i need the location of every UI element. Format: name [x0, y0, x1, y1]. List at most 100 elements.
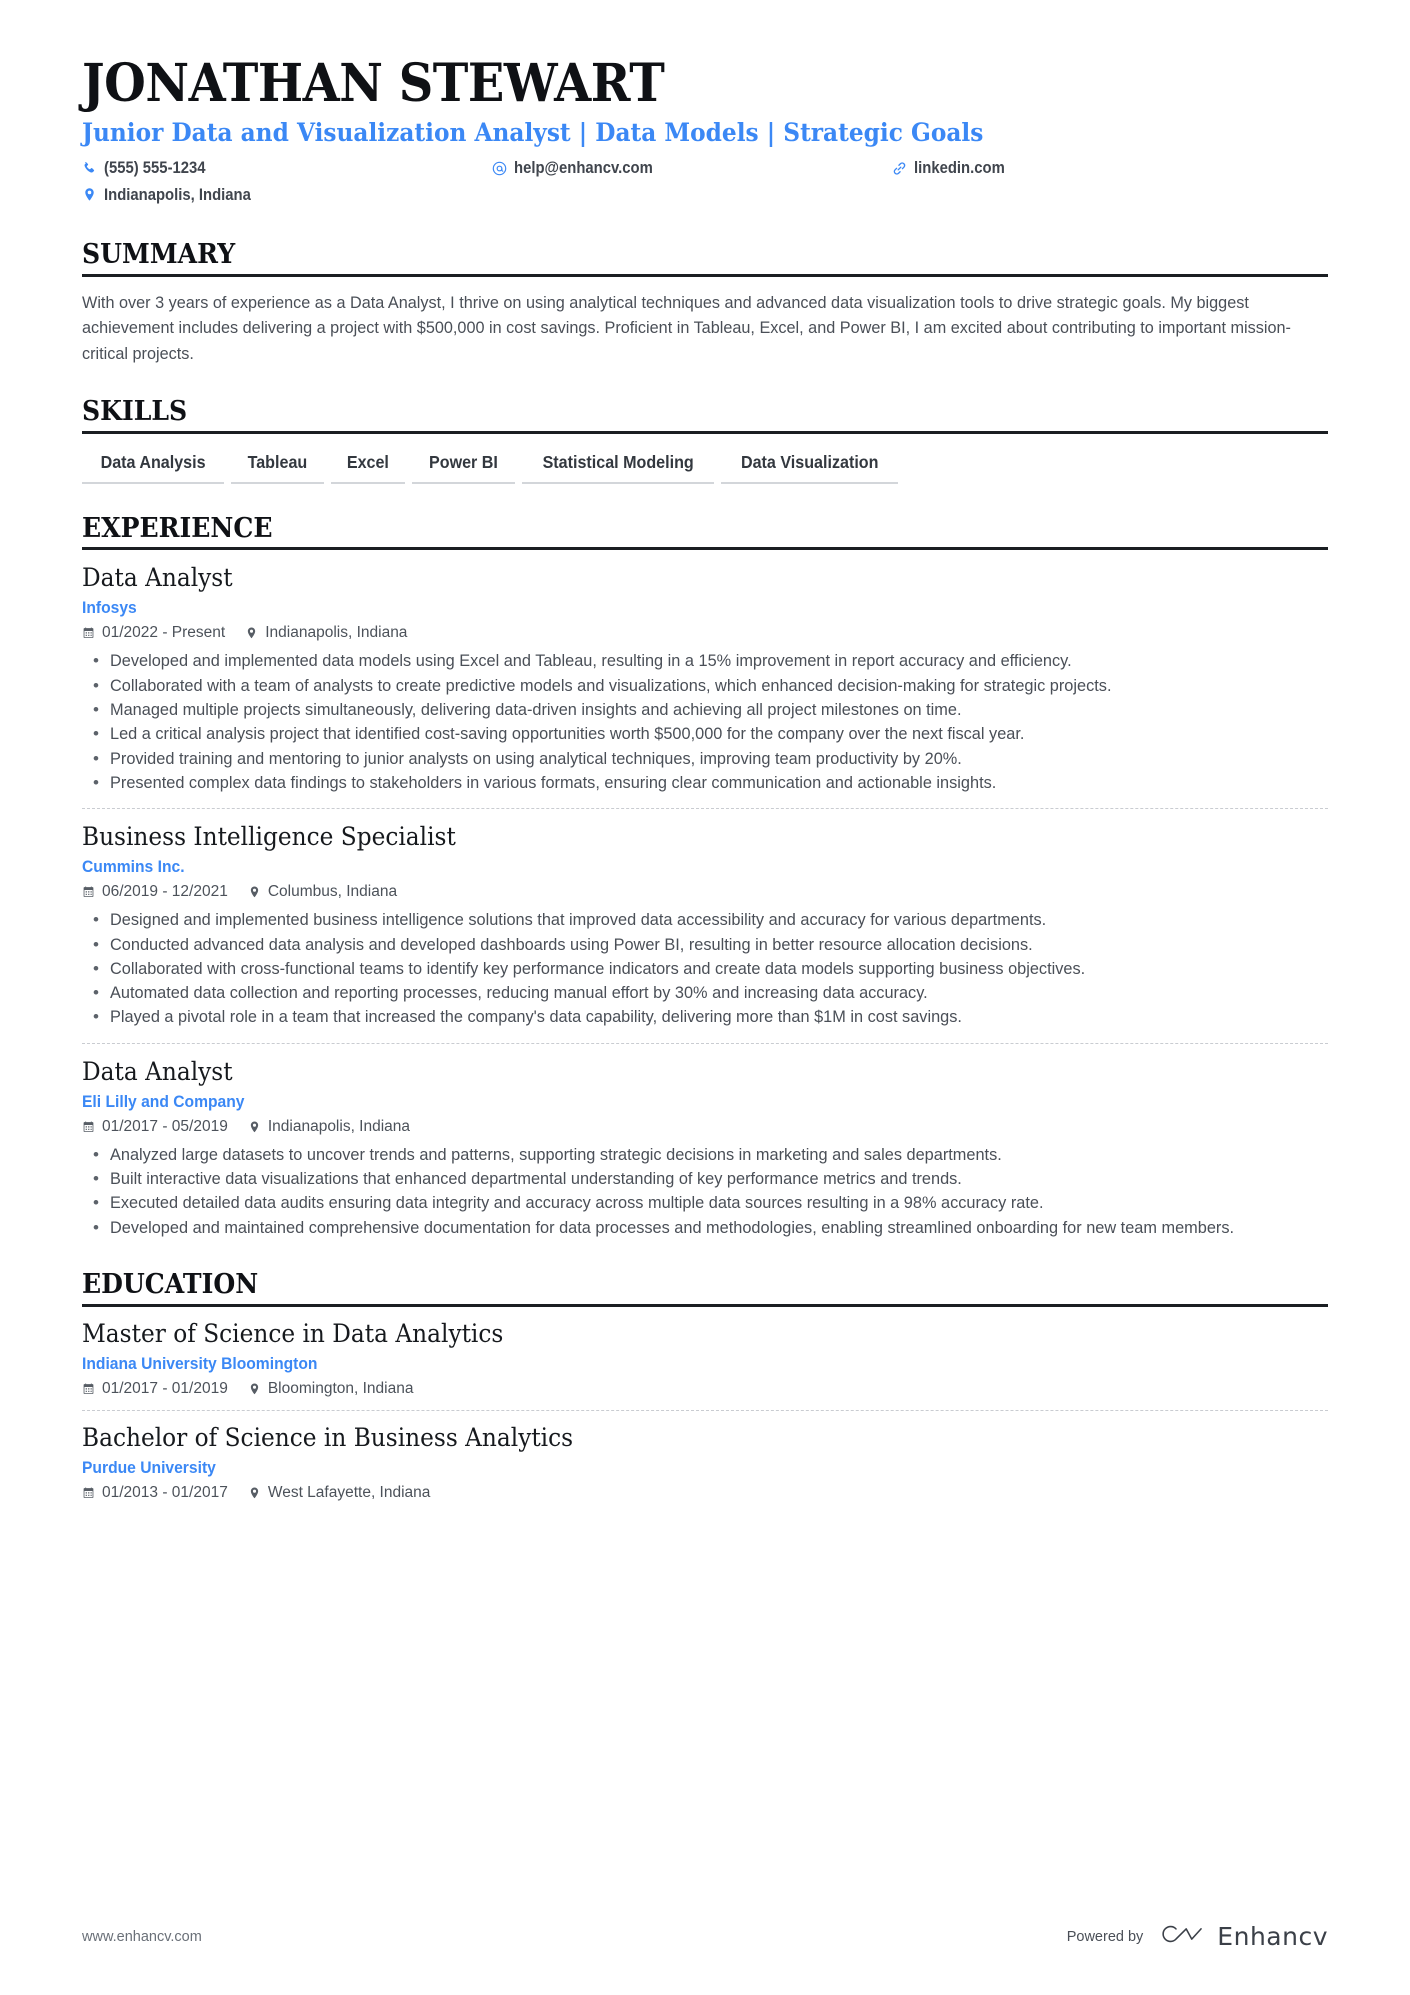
- bullet-dot-icon: •: [93, 1217, 99, 1237]
- bullet-dot-icon: •: [93, 1169, 99, 1189]
- experience-entry: Data Analyst Eli Lilly and Company 01/2017…: [82, 1042, 1328, 1240]
- summary-text: With over 3 years of experience as a Dat…: [82, 292, 1291, 364]
- skill-chip[interactable]: Tableau: [231, 452, 324, 484]
- job-dates: 01/2017 - 05/2019: [82, 1118, 228, 1136]
- enhancv-wordmark: Enhancv: [1217, 1922, 1328, 1951]
- experience-bullet: • Conducted advanced data analysis and de…: [82, 933, 1328, 957]
- skill-chip[interactable]: Power BI: [411, 452, 515, 484]
- experience-bullet: • Led a critical analysis project that id…: [82, 722, 1328, 746]
- experience-bullet: • Executed detailed data audits ensuring …: [82, 1191, 1328, 1215]
- experience-bullet: • Designed and implemented business intel…: [82, 908, 1328, 932]
- page-footer: www.enhancv.com Powered by Enhancv: [82, 1920, 1328, 1953]
- job-location: Indianapolis, Indiana: [248, 1118, 410, 1136]
- education-entries: Master of Science in Data Analytics India…: [82, 1307, 1328, 1502]
- bullet-text: Designed and implemented business intell…: [110, 910, 1047, 930]
- bullet-text: Built interactive data visualizations th…: [110, 1169, 962, 1189]
- bullet-text: Provided training and mentoring to junio…: [110, 748, 962, 768]
- contact-linkedin-label: linkedin.com: [914, 159, 1005, 178]
- bullet-dot-icon: •: [93, 700, 99, 720]
- footer-url[interactable]: www.enhancv.com: [82, 1929, 202, 1945]
- experience-bullet: • Collaborated with cross-functional team…: [82, 957, 1328, 981]
- bullet-text: Collaborated with a team of analysts to …: [110, 675, 1112, 695]
- skill-chip[interactable]: Data Analysis: [82, 451, 225, 484]
- bullet-text: Presented complex data findings to stake…: [110, 772, 997, 792]
- bullet-text: Developed and implemented data models us…: [110, 651, 1072, 671]
- bullet-dot-icon: •: [93, 1144, 99, 1164]
- bullet-text: Executed detailed data audits ensuring d…: [110, 1193, 1044, 1213]
- job-dates-label: 06/2019 - 12/2021: [102, 883, 228, 901]
- contact-email[interactable]: help@enhancv.com: [492, 157, 892, 179]
- education-dates: 01/2013 - 01/2017: [82, 1484, 228, 1502]
- section-summary: SUMMARY With over 3 years of experience …: [82, 240, 1328, 367]
- skills-list: Data Analysis Tableau Excel Power BI Statist…: [82, 452, 1328, 484]
- calendar-icon: [82, 626, 95, 640]
- bullet-text: Conducted advanced data analysis and dev…: [110, 934, 1033, 954]
- candidate-name: JONATHAN STEWART: [82, 53, 665, 114]
- job-dates: 01/2022 - Present: [82, 624, 225, 642]
- skill-label: Excel: [346, 451, 389, 472]
- experience-entry: Data Analyst Infosys 01/2022 - Present Indi…: [82, 550, 1328, 795]
- location-pin-icon: [248, 1382, 261, 1396]
- education-heading: EDUCATION: [82, 1268, 259, 1300]
- bullet-dot-icon: •: [93, 748, 99, 768]
- contact-info: (555) 555-1234 help@enhancv.com linkedin…: [82, 157, 1328, 206]
- skill-chip[interactable]: Statistical Modeling: [521, 452, 714, 484]
- job-bullets: • Analyzed large datasets to uncover tren…: [82, 1143, 1328, 1240]
- bullet-dot-icon: •: [93, 1007, 99, 1027]
- bullet-dot-icon: •: [93, 983, 99, 1003]
- resume-page: JONATHAN STEWART Junior Data and Visuali…: [0, 0, 1410, 1995]
- education-dates: 01/2017 - 01/2019: [82, 1380, 228, 1398]
- school-name[interactable]: Purdue University: [82, 1458, 1328, 1478]
- education-meta: 01/2017 - 01/2019 Bloomington, Indiana: [82, 1380, 1328, 1398]
- job-meta: 01/2017 - 05/2019 Indianapolis, Indiana: [82, 1118, 1328, 1136]
- education-dates-label: 01/2017 - 01/2019: [102, 1379, 228, 1397]
- job-dates-label: 01/2022 - Present: [102, 624, 226, 642]
- bullet-dot-icon: •: [93, 934, 99, 954]
- job-title: Business Intelligence Specialist: [82, 822, 456, 852]
- bullet-dot-icon: •: [93, 1193, 99, 1213]
- experience-bullet: • Automated data collection and reporting…: [82, 981, 1328, 1005]
- skill-label: Data Visualization: [740, 451, 879, 472]
- powered-by-label: Powered by: [1066, 1928, 1144, 1945]
- experience-heading: EXPERIENCE: [82, 512, 273, 544]
- contact-linkedin[interactable]: linkedin.com: [892, 157, 1328, 179]
- experience-bullet: • Presented complex data findings to stak…: [82, 771, 1328, 795]
- experience-bullet: • Played a pivotal role in a team that in…: [82, 1005, 1328, 1029]
- job-location: Indianapolis, Indiana: [245, 624, 407, 642]
- contact-email-label: help@enhancv.com: [514, 159, 653, 178]
- education-dates-label: 01/2013 - 01/2017: [102, 1483, 228, 1501]
- skill-label: Data Analysis: [100, 451, 206, 472]
- skills-rule: [82, 430, 1328, 434]
- education-meta: 01/2013 - 01/2017 West Lafayette, Indiana: [82, 1484, 1328, 1502]
- section-skills: SKILLS Data Analysis Tableau Excel Power BI…: [82, 397, 1328, 484]
- experience-entries: Data Analyst Infosys 01/2022 - Present Indi…: [82, 550, 1328, 1239]
- skill-chip[interactable]: Data Visualization: [720, 451, 899, 484]
- job-title: Data Analyst: [82, 1056, 233, 1086]
- bullet-dot-icon: •: [93, 772, 99, 792]
- experience-bullet: • Analyzed large datasets to uncover tren…: [82, 1143, 1328, 1167]
- education-location: West Lafayette, Indiana: [248, 1484, 430, 1502]
- contact-location-label: Indianapolis, Indiana: [104, 185, 251, 204]
- job-location-label: Indianapolis, Indiana: [265, 624, 408, 642]
- bullet-dot-icon: •: [93, 910, 99, 930]
- job-location-label: Columbus, Indiana: [267, 883, 398, 901]
- calendar-icon: [82, 1486, 95, 1500]
- experience-entry: Business Intelligence Specialist Cummins …: [82, 808, 1328, 1029]
- contact-phone[interactable]: (555) 555-1234: [82, 157, 492, 179]
- company-name[interactable]: Infosys: [82, 598, 1328, 618]
- skill-label: Tableau: [247, 451, 308, 472]
- location-pin-icon: [248, 1120, 261, 1134]
- company-name[interactable]: Cummins Inc.: [82, 857, 1328, 877]
- contact-location: Indianapolis, Indiana: [82, 184, 492, 206]
- bullet-text: Analyzed large datasets to uncover trend…: [110, 1144, 1002, 1164]
- job-title: Data Analyst: [82, 563, 233, 593]
- job-location: Columbus, Indiana: [248, 883, 397, 901]
- company-name[interactable]: Eli Lilly and Company: [82, 1092, 1328, 1112]
- school-name[interactable]: Indiana University Bloomington: [82, 1354, 1328, 1374]
- experience-bullet: • Provided training and mentoring to juni…: [82, 747, 1328, 771]
- location-pin-icon: [82, 187, 97, 202]
- bullet-text: Played a pivotal role in a team that inc…: [110, 1007, 962, 1027]
- skill-chip[interactable]: Excel: [330, 451, 405, 484]
- bullet-dot-icon: •: [93, 651, 99, 671]
- experience-bullet: • Developed and implemented data models u…: [82, 649, 1328, 673]
